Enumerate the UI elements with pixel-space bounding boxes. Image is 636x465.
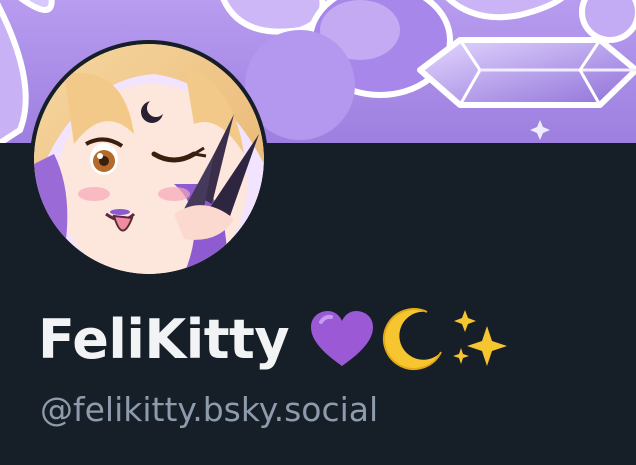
avatar[interactable] — [30, 40, 268, 278]
avatar-artwork — [34, 44, 264, 274]
crystal-shape — [417, 37, 636, 108]
profile-handle: @felikitty.bsky.social — [40, 390, 379, 429]
display-name-emojis — [309, 308, 511, 372]
display-name-text: FeliKitty — [38, 308, 290, 371]
purple-heart-icon — [311, 311, 374, 366]
sparkles-icon — [453, 310, 508, 366]
display-name: FeliKitty — [38, 304, 511, 376]
crescent-moon-icon — [383, 308, 442, 370]
